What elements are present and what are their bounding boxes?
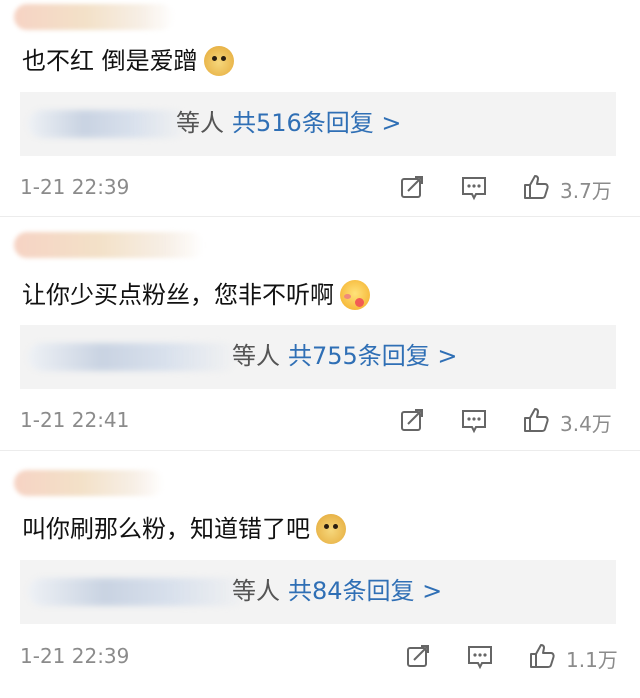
like-count: 3.4万	[560, 412, 612, 436]
thumbs-up-icon[interactable]	[522, 406, 550, 434]
replier-names-blurred	[28, 343, 238, 371]
reply-summary[interactable]: 等人 共516条回复 >	[176, 108, 402, 138]
reply-summary[interactable]: 等人 共755条回复 >	[232, 341, 458, 371]
thumbs-up-icon[interactable]	[522, 173, 550, 201]
comment-time: 1-21 22:41	[20, 408, 130, 432]
comment-text: 让你少买点粉丝，您非不听啊	[22, 280, 370, 310]
doge-emoji-icon	[203, 46, 234, 76]
comment-time: 1-21 22:39	[20, 175, 130, 199]
blush-kiss-emoji-icon	[340, 280, 370, 310]
comment-meta: 1-21 22:39 3.7万	[20, 173, 620, 203]
username-blurred[interactable]	[14, 4, 174, 30]
divider	[0, 216, 640, 217]
doge-emoji-icon	[316, 514, 346, 544]
thumbs-up-icon[interactable]	[528, 642, 556, 670]
comment-text: 也不红 倒是爱蹭	[22, 46, 234, 76]
reply-preview[interactable]: 等人 共84条回复 >	[20, 560, 616, 624]
username-blurred[interactable]	[14, 232, 204, 258]
comment-meta: 1-21 22:41 3.4万	[20, 406, 620, 436]
replier-names-blurred	[28, 578, 248, 606]
replier-names-blurred	[28, 110, 188, 138]
comment-meta: 1-21 22:39 1.1万	[20, 642, 620, 672]
like-count: 3.7万	[560, 179, 612, 203]
comment-text: 叫你刷那么粉，知道错了吧	[22, 514, 346, 544]
like-count: 1.1万	[566, 648, 618, 672]
repost-icon[interactable]	[404, 642, 432, 670]
comment-time: 1-21 22:39	[20, 644, 130, 668]
comment-icon[interactable]	[466, 642, 494, 670]
repost-icon[interactable]	[398, 406, 426, 434]
reply-summary[interactable]: 等人 共84条回复 >	[232, 576, 442, 606]
reply-preview[interactable]: 等人 共516条回复 >	[20, 92, 616, 156]
repost-icon[interactable]	[398, 173, 426, 201]
reply-preview[interactable]: 等人 共755条回复 >	[20, 325, 616, 389]
divider	[0, 450, 640, 451]
comment-icon[interactable]	[460, 406, 488, 434]
username-blurred[interactable]	[14, 470, 164, 496]
comment-icon[interactable]	[460, 173, 488, 201]
